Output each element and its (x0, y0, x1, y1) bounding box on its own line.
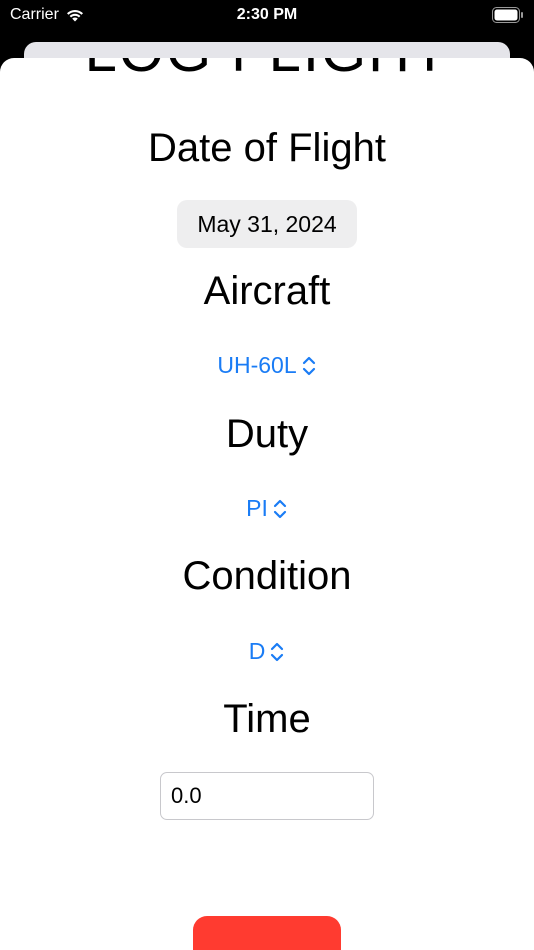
condition-value: D (248, 638, 266, 664)
chevron-up-down-icon (273, 499, 286, 518)
condition-picker[interactable]: D (0, 638, 534, 665)
time-input[interactable] (160, 772, 374, 820)
date-label: Date of Flight (148, 126, 386, 170)
date-picker-button[interactable]: May 31, 2024 (177, 200, 357, 248)
status-clock: 2:30 PM (236, 6, 298, 23)
log-flight-sheet: LOG FLIGHT Date of Flight May 31, 2024 A… (0, 58, 534, 950)
battery-icon (492, 7, 523, 23)
screen: Carrier 2:30 PM LOG FLIGHT Date of Fligh… (0, 0, 534, 950)
status-bar: Carrier 2:30 PM (0, 0, 534, 32)
time-label: Time (223, 697, 311, 741)
aircraft-value: UH-60L (217, 352, 297, 378)
condition-label: Condition (182, 554, 352, 598)
duty-label: Duty (225, 412, 309, 456)
duty-value: PI (246, 495, 268, 521)
aircraft-picker[interactable]: UH-60L (0, 352, 534, 379)
aircraft-label: Aircraft (203, 269, 331, 313)
sheet-title: LOG FLIGHT (0, 58, 534, 85)
duty-picker[interactable]: PI (0, 495, 534, 522)
chevron-up-down-icon (271, 642, 284, 661)
save-button[interactable] (193, 916, 341, 950)
chevron-up-down-icon (302, 356, 315, 375)
